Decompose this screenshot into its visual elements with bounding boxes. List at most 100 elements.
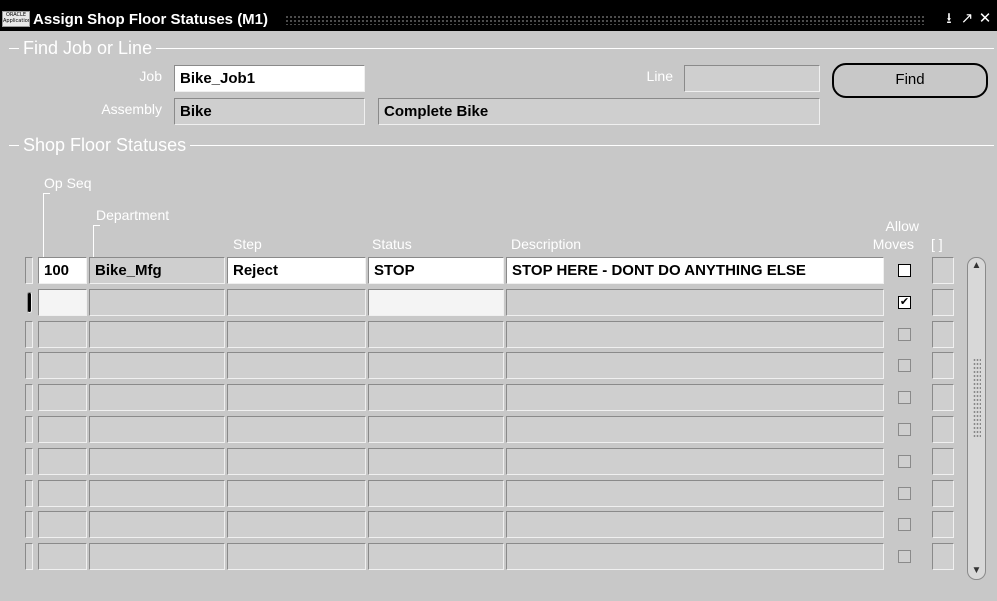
op-seq-cell[interactable] <box>38 352 87 379</box>
record-indicator[interactable] <box>25 416 33 443</box>
step-cell[interactable] <box>227 511 366 538</box>
description-cell[interactable]: STOP HERE - DONT DO ANYTHING ELSE <box>506 257 884 284</box>
status-cell[interactable] <box>368 511 504 538</box>
close-icon[interactable]: ✕ <box>977 10 993 28</box>
flexfield-cell[interactable] <box>932 543 954 570</box>
flexfield-cell[interactable] <box>932 384 954 411</box>
record-indicator[interactable] <box>25 543 33 570</box>
step-cell[interactable] <box>227 321 366 348</box>
step-cell[interactable] <box>227 480 366 507</box>
status-cell[interactable] <box>368 321 504 348</box>
status-cell[interactable] <box>368 352 504 379</box>
step-cell[interactable] <box>227 352 366 379</box>
department-cell[interactable] <box>89 416 225 443</box>
op-seq-cell[interactable] <box>38 543 87 570</box>
description-cell[interactable] <box>506 384 884 411</box>
description-cell[interactable] <box>506 511 884 538</box>
scroll-up-icon[interactable]: ▲ <box>968 259 985 273</box>
department-cell[interactable] <box>89 384 225 411</box>
op-seq-cell[interactable] <box>38 289 87 316</box>
flexfield-cell[interactable] <box>932 289 954 316</box>
scroll-down-icon[interactable]: ▼ <box>968 564 985 578</box>
scroll-thumb-grip[interactable] <box>973 358 981 438</box>
flexfield-cell[interactable] <box>932 480 954 507</box>
current-record-indicator[interactable] <box>27 292 32 313</box>
description-cell[interactable] <box>506 480 884 507</box>
allow-moves-checkbox[interactable] <box>898 264 911 277</box>
col-header-step: Step <box>233 236 262 252</box>
step-cell[interactable] <box>227 448 366 475</box>
op-seq-cell[interactable] <box>38 416 87 443</box>
status-cell[interactable] <box>368 384 504 411</box>
department-cell[interactable] <box>89 511 225 538</box>
allow-moves-checkbox[interactable] <box>898 487 911 500</box>
op-seq-cell[interactable] <box>38 511 87 538</box>
department-bracket <box>93 225 100 258</box>
record-indicator[interactable] <box>25 321 33 348</box>
status-cell[interactable] <box>368 448 504 475</box>
status-cell[interactable] <box>368 289 504 316</box>
col-header-description: Description <box>511 236 582 252</box>
job-field[interactable]: Bike_Job1 <box>174 65 365 92</box>
col-header-moves: Moves <box>872 236 914 252</box>
allow-moves-checkbox[interactable]: ✔ <box>898 296 911 309</box>
op-seq-cell[interactable]: 100 <box>38 257 87 284</box>
flexfield-cell[interactable] <box>932 448 954 475</box>
description-cell[interactable] <box>506 543 884 570</box>
op-seq-cell[interactable] <box>38 321 87 348</box>
department-cell[interactable] <box>89 352 225 379</box>
flexfield-cell[interactable] <box>932 257 954 284</box>
record-indicator[interactable] <box>25 384 33 411</box>
op-seq-cell[interactable] <box>38 448 87 475</box>
line-field[interactable] <box>684 65 820 92</box>
status-cell[interactable] <box>368 543 504 570</box>
vertical-scrollbar[interactable]: ▲ ▼ <box>967 257 986 580</box>
allow-moves-checkbox[interactable] <box>898 518 911 531</box>
department-cell[interactable] <box>89 448 225 475</box>
flexfield-cell[interactable] <box>932 321 954 348</box>
department-cell[interactable] <box>89 289 225 316</box>
flexfield-cell[interactable] <box>932 511 954 538</box>
assembly-field[interactable]: Bike <box>174 98 365 125</box>
step-cell[interactable]: Reject <box>227 257 366 284</box>
flexfield-cell[interactable] <box>932 416 954 443</box>
description-cell[interactable] <box>506 289 884 316</box>
record-indicator[interactable] <box>25 257 33 284</box>
status-cell[interactable] <box>368 480 504 507</box>
allow-moves-checkbox[interactable] <box>898 359 911 372</box>
record-indicator[interactable] <box>25 480 33 507</box>
flexfield-cell[interactable] <box>932 352 954 379</box>
record-indicator[interactable] <box>25 511 33 538</box>
title-bar[interactable]: ORACLE Applications Assign Shop Floor St… <box>0 0 997 31</box>
allow-moves-checkbox[interactable] <box>898 455 911 468</box>
minimize-icon[interactable]: ⭳ <box>941 10 957 28</box>
maximize-icon[interactable]: ↗ <box>959 10 975 28</box>
step-cell[interactable] <box>227 416 366 443</box>
oracle-app-icon: ORACLE Applications <box>2 11 30 27</box>
description-cell[interactable] <box>506 416 884 443</box>
step-cell[interactable] <box>227 384 366 411</box>
find-button[interactable]: Find <box>832 63 988 98</box>
department-cell[interactable] <box>89 543 225 570</box>
description-cell[interactable] <box>506 321 884 348</box>
department-cell[interactable] <box>89 480 225 507</box>
allow-moves-checkbox[interactable] <box>898 391 911 404</box>
status-cell[interactable]: STOP <box>368 257 504 284</box>
step-cell[interactable] <box>227 289 366 316</box>
find-section-title: Find Job or Line <box>19 38 157 58</box>
allow-moves-checkbox[interactable] <box>898 423 911 436</box>
department-cell[interactable]: Bike_Mfg <box>89 257 225 284</box>
assembly-label: Assembly <box>101 101 162 117</box>
assembly-description-field: Complete Bike <box>378 98 820 125</box>
department-cell[interactable] <box>89 321 225 348</box>
allow-moves-checkbox[interactable] <box>898 328 911 341</box>
record-indicator[interactable] <box>25 448 33 475</box>
step-cell[interactable] <box>227 543 366 570</box>
description-cell[interactable] <box>506 352 884 379</box>
status-cell[interactable] <box>368 416 504 443</box>
description-cell[interactable] <box>506 448 884 475</box>
allow-moves-checkbox[interactable] <box>898 550 911 563</box>
record-indicator[interactable] <box>25 352 33 379</box>
op-seq-cell[interactable] <box>38 480 87 507</box>
op-seq-cell[interactable] <box>38 384 87 411</box>
